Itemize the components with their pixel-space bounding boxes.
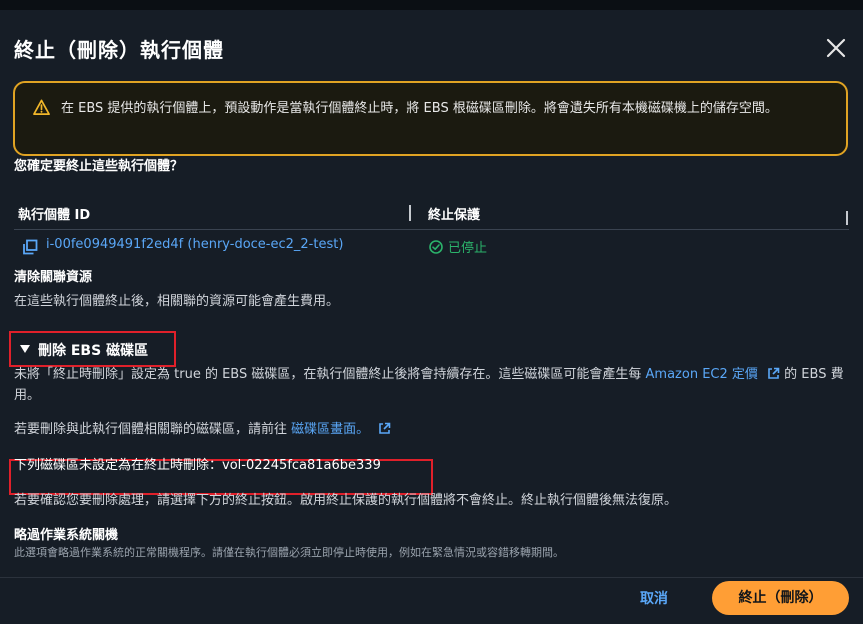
volume-not-set-line: 下列磁碟區未設定為在終止時刪除：vol-02245fca81a6be339 bbox=[14, 455, 381, 476]
terminate-button[interactable]: 終止（刪除） bbox=[712, 581, 849, 615]
instance-id-link[interactable]: i-00fe0949491f2ed4f (henry-doce-ec2_2-te… bbox=[46, 237, 343, 252]
top-strip bbox=[0, 0, 863, 10]
caret-down-icon bbox=[20, 345, 30, 353]
ebs-paragraph: 未將「終止時刪除」設定為 true 的 EBS 磁碟區，在執行個體終止後將會持續… bbox=[14, 364, 844, 406]
confirm-question: 您確定要終止這些執行個體？ bbox=[14, 159, 184, 174]
cleanup-description: 在這些執行個體終止後，相關聯的資源可能會產生費用。 bbox=[14, 294, 340, 309]
close-icon[interactable] bbox=[825, 37, 847, 59]
footer-divider bbox=[0, 577, 863, 578]
cleanup-heading: 清除關聯資源 bbox=[14, 270, 93, 285]
table-row: i-00fe0949491f2ed4f (henry-doce-ec2_2-te… bbox=[14, 232, 849, 262]
protection-status: 已停止 bbox=[448, 241, 488, 256]
warning-text: 在 EBS 提供的執行個體上，預設動作是當執行個體終止時，將 EBS 根磁碟區刪… bbox=[61, 101, 778, 116]
pricing-link[interactable]: Amazon EC2 定價 bbox=[646, 367, 758, 382]
external-link-icon[interactable] bbox=[378, 422, 391, 435]
delete-ebs-expander[interactable]: 刪除 EBS 磁碟區 bbox=[9, 331, 176, 367]
volumes-link[interactable]: 磁碟區畫面。 bbox=[291, 422, 369, 437]
bypass-heading: 略過作業系統關機 bbox=[14, 528, 119, 543]
goto-volumes-line: 若要刪除與此執行個體相關聯的磁碟區，請前往 磁碟區畫面。 bbox=[14, 419, 391, 440]
column-header-instance-id: 執行個體 ID bbox=[18, 208, 91, 223]
stopped-check-icon bbox=[429, 240, 443, 254]
ebs-paragraph-prefix: 未將「終止時刪除」設定為 true 的 EBS 磁碟區，在執行個體終止後將會持續… bbox=[14, 367, 642, 382]
goto-volumes-prefix: 若要刪除與此執行個體相關聯的磁碟區，請前往 bbox=[14, 422, 288, 437]
warning-icon bbox=[33, 99, 50, 115]
volume-id: vol-02245fca81a6be339 bbox=[222, 458, 381, 473]
warning-alert: 在 EBS 提供的執行個體上，預設動作是當執行個體終止時，將 EBS 根磁碟區刪… bbox=[13, 81, 848, 156]
dialog-title: 終止（刪除）執行個體 bbox=[14, 38, 224, 62]
copy-icon[interactable] bbox=[22, 239, 38, 255]
cancel-button[interactable]: 取消 bbox=[640, 588, 668, 608]
delete-ebs-label: 刪除 EBS 磁碟區 bbox=[38, 343, 149, 359]
terminate-dialog: 終止（刪除）執行個體 在 EBS 提供的執行個體上，預設動作是當執行個體終止時，… bbox=[0, 10, 863, 624]
column-header-protection: 終止保護 bbox=[428, 208, 481, 223]
column-divider bbox=[409, 205, 411, 221]
volume-not-set-label: 下列磁碟區未設定為在終止時刪除： bbox=[14, 458, 223, 473]
instances-table-header: 執行個體 ID 終止保護 bbox=[14, 202, 849, 230]
bypass-description: 此選項會略過作業系統的正常關機程序。請僅在執行個體必須立即停止時使用，例如在緊急… bbox=[14, 546, 564, 559]
column-divider-right bbox=[846, 211, 848, 225]
confirm-note: 若要確認您要刪除處理，請選擇下方的終止按鈕。啟用終止保護的執行個體將不會終止。終… bbox=[14, 493, 678, 508]
external-link-icon[interactable] bbox=[767, 367, 780, 380]
